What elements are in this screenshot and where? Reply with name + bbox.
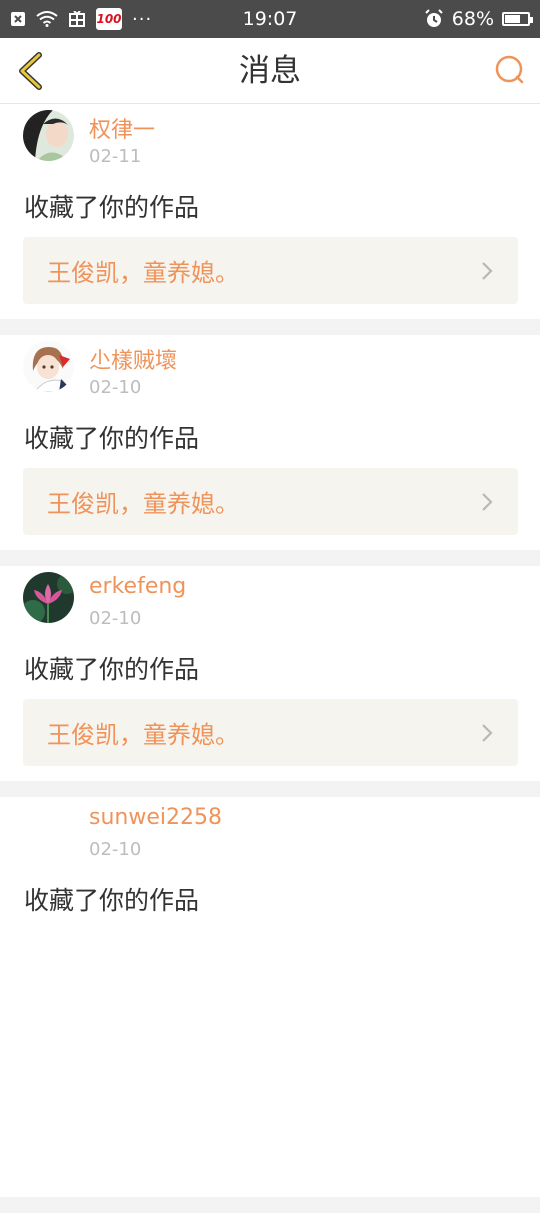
work-title: 王俊凯，童养媳。	[47, 721, 239, 749]
battery-icon	[502, 12, 533, 26]
battery-percent: 68%	[451, 8, 494, 30]
avatar[interactable]	[23, 341, 74, 392]
list-item: sunwei2258 02-10 收藏了你的作品	[0, 797, 540, 1197]
message-date: 02-11	[89, 146, 142, 167]
status-bar: 100 ··· 19:07 68%	[0, 0, 540, 38]
chevron-right-icon	[482, 723, 493, 742]
message-date: 02-10	[89, 377, 142, 398]
work-link[interactable]: 王俊凯，童养媳。	[23, 699, 518, 766]
username[interactable]: erkefeng	[89, 574, 186, 599]
work-link[interactable]: 王俊凯，童养媳。	[23, 237, 518, 304]
work-link[interactable]: 王俊凯，童养媳。	[23, 468, 518, 535]
page-title: 消息	[239, 53, 301, 89]
action-text: 收藏了你的作品	[24, 886, 200, 915]
avatar[interactable]	[23, 803, 74, 854]
message-date: 02-10	[89, 608, 142, 629]
work-title: 王俊凯，童养媳。	[47, 259, 239, 287]
work-title: 王俊凯，童养媳。	[47, 490, 239, 518]
search-button[interactable]	[494, 54, 526, 86]
list-item: erkefeng 02-10 收藏了你的作品 王俊凯，童养媳。	[0, 566, 540, 781]
more-notifications: ···	[132, 8, 153, 30]
app-badge-icon: 100	[96, 8, 122, 30]
action-text: 收藏了你的作品	[24, 424, 200, 453]
list-item: 权律一 02-11 收藏了你的作品 王俊凯，童养媳。	[0, 104, 540, 319]
action-text: 收藏了你的作品	[24, 193, 200, 222]
avatar[interactable]	[23, 572, 74, 623]
chevron-right-icon	[482, 261, 493, 280]
close-box-icon	[10, 11, 26, 27]
list-item: 尐樣贼壞 02-10 收藏了你的作品 王俊凯，童养媳。	[0, 335, 540, 550]
chevron-right-icon	[482, 492, 493, 511]
username[interactable]: 权律一	[89, 112, 155, 144]
alarm-icon	[424, 9, 444, 29]
top-nav-bar: 消息	[0, 38, 540, 104]
username[interactable]: sunwei2258	[89, 805, 222, 830]
message-list: 权律一 02-11 收藏了你的作品 王俊凯，童养媳。 尐樣贼壞 02-10 收藏…	[0, 104, 540, 1213]
username[interactable]: 尐樣贼壞	[89, 343, 177, 375]
search-icon	[495, 55, 524, 84]
wifi-icon	[36, 11, 58, 27]
message-date: 02-10	[89, 839, 142, 860]
phone-grid-icon	[68, 11, 86, 27]
avatar[interactable]	[23, 110, 74, 161]
action-text: 收藏了你的作品	[24, 655, 200, 684]
